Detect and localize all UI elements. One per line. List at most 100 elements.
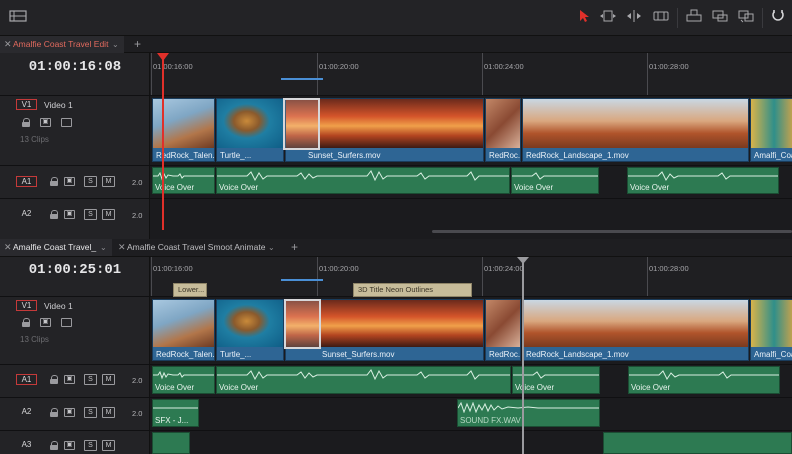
ruler-tick [317,53,318,95]
waveform [512,172,598,180]
track-badge-a2[interactable]: A2 [16,407,37,418]
audio-clip[interactable]: Voice Over [628,366,780,394]
track-badge-a1[interactable]: A1 [16,176,37,187]
track-separator [0,397,792,398]
add-timeline-tab-button[interactable]: + [291,239,298,256]
audio-clip[interactable] [603,432,792,454]
add-timeline-tab-button[interactable]: + [134,36,141,53]
lock-icon[interactable] [50,177,58,186]
tab-amalfie-coast-travel[interactable]: ✕ Amalfie Coast Travel_ ⌄ [0,239,112,256]
chevron-down-icon[interactable]: ⌄ [112,36,119,53]
auto-select-icon[interactable]: ▣ [64,210,75,219]
horizontal-scrollbar[interactable] [432,230,792,233]
solo-button[interactable]: S [84,176,97,187]
replace-icon[interactable] [736,9,756,27]
solo-button[interactable]: S [84,209,97,220]
dynamic-trim-icon[interactable] [624,9,644,27]
audio-clip[interactable]: Voice Over [216,366,511,394]
insert-icon[interactable] [684,9,704,27]
timecode-display[interactable]: 01:00:25:01 [0,262,150,278]
lock-icon[interactable] [50,441,58,450]
solo-button[interactable]: S [84,440,97,451]
video-clip[interactable]: RedRock_Talen... [152,299,215,361]
title-clip[interactable]: Lower... [173,283,207,297]
track-name[interactable]: Video 1 [44,100,73,110]
track-output-icon[interactable] [61,118,72,127]
audio-clip[interactable]: Voice Over [216,167,510,194]
playhead[interactable] [522,262,524,454]
timecode-display[interactable]: 01:00:16:08 [0,59,150,75]
layout-icon[interactable] [8,9,28,27]
chevron-down-icon[interactable]: ⌄ [268,239,275,256]
ruler-tick [317,257,318,296]
video-clip[interactable]: Amalfi_Coas... [750,98,792,162]
track-badge-a2[interactable]: A2 [16,209,37,220]
video-clip[interactable]: RedRock_Landscape_1.mov [522,299,749,361]
waveform [153,407,198,409]
audio-clip[interactable]: Voice Over [152,366,215,394]
audio-clip[interactable]: SFX - J... [152,399,199,427]
tab-label: Amalfie Coast Travel_ [13,242,97,252]
playhead-handle[interactable] [517,257,529,264]
auto-select-icon[interactable]: ▣ [64,441,75,450]
track-badge-a1[interactable]: A1 [16,374,37,385]
lock-icon[interactable] [50,408,58,417]
title-clip[interactable]: 3D Title Neon Outlines [353,283,472,297]
video-clip[interactable]: Turtle_... [216,98,284,162]
close-icon[interactable]: ✕ [118,239,126,256]
video-clip[interactable]: Turtle_... [216,299,284,361]
audio-clip[interactable]: Voice Over [627,167,779,194]
overwrite-icon[interactable] [710,9,730,27]
lock-icon[interactable] [22,318,30,327]
video-clip[interactable]: RedRoc... [485,299,521,361]
playhead[interactable] [162,58,164,230]
track-level: 2.0 [132,211,143,220]
track-badge-a3[interactable]: A3 [16,440,37,451]
close-icon[interactable]: ✕ [4,36,12,53]
audio-clip[interactable]: Voice Over [511,167,599,194]
auto-select-icon[interactable]: ▣ [64,177,75,186]
audio-clip[interactable]: SOUND FX.WAV [457,399,600,427]
auto-select-icon[interactable]: ▣ [64,375,75,384]
auto-select-icon[interactable]: ▣ [40,318,51,327]
clip-label: Sunset_Surfers.mov [308,151,381,160]
track-badge-v1[interactable]: V1 [16,300,37,311]
tab-amalfie-coast-travel-edit[interactable]: ✕ Amalfie Coast Travel Edit ⌄ [0,36,124,53]
track-name[interactable]: Video 1 [44,301,73,311]
mute-button[interactable]: M [102,209,115,220]
audio-clip[interactable]: Voice Over [512,366,600,394]
video-clip[interactable]: RedRoc... [485,98,521,162]
clip-thumbnail [217,99,283,148]
mute-button[interactable]: M [102,440,115,451]
solo-button[interactable]: S [84,374,97,385]
transition-selection[interactable] [284,299,321,349]
blade-icon[interactable] [651,9,671,27]
playhead-handle[interactable] [157,53,169,61]
track-output-icon[interactable] [61,318,72,327]
lock-icon[interactable] [22,118,30,127]
track-separator [0,364,792,365]
track-badge-v1[interactable]: V1 [16,99,37,110]
mute-button[interactable]: M [102,407,115,418]
mute-button[interactable]: M [102,176,115,187]
chevron-down-icon[interactable]: ⌄ [100,239,107,256]
lock-icon[interactable] [50,210,58,219]
auto-select-icon[interactable]: ▣ [64,408,75,417]
audio-clip[interactable] [152,432,190,454]
close-icon[interactable]: ✕ [4,239,12,256]
transition-selection[interactable] [283,98,320,150]
video-clip[interactable]: RedRock_Landscape_1.mov [522,98,749,162]
top-timeline-ruler[interactable]: 01:00:16:00 01:00:20:00 01:00:24:00 01:0… [150,53,792,95]
ruler-tick [482,257,483,296]
select-arrow-icon[interactable] [574,9,594,27]
video-clip[interactable]: Amalfi_Coas... [750,299,792,361]
track-level: 2.0 [132,409,143,418]
track-separator [0,95,792,96]
solo-button[interactable]: S [84,407,97,418]
auto-select-icon[interactable]: ▣ [40,118,51,127]
trim-icon[interactable] [598,9,618,27]
snapping-icon[interactable] [768,9,788,27]
mute-button[interactable]: M [102,374,115,385]
tab-amalfie-coast-travel-smoot-animate[interactable]: ✕ Amalfie Coast Travel Smoot Animate ⌄ [114,239,284,256]
lock-icon[interactable] [50,375,58,384]
